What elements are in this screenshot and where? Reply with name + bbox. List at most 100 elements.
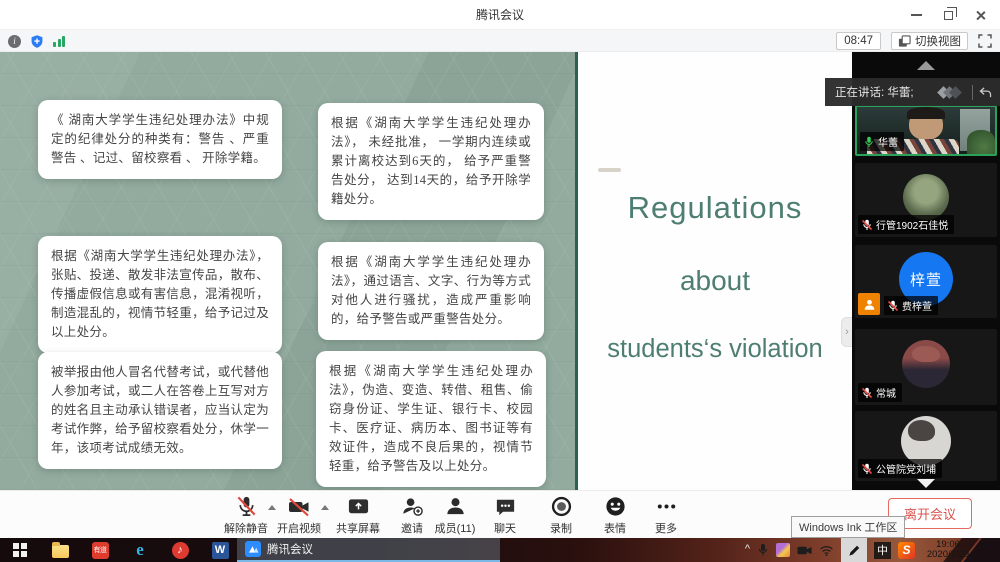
avatar [902,340,950,388]
youdao-icon: 有道 [92,542,109,559]
action-center-icon[interactable] [981,544,996,557]
slide-title-line2: about [578,265,852,297]
slide-left-section: 《 湖南大学学生违纪处理办法》中规定的纪律处分的种类有：警告 、严重警告 、记过… [0,52,575,490]
tray-mic-icon[interactable] [757,543,769,557]
participant-tile-hualei[interactable]: 华蕾 [855,105,997,156]
windows-ink-button[interactable] [841,538,867,562]
meeting-duration: 08:47 [836,32,881,50]
participant-name-tag: 公管院党刘埔 [858,459,942,478]
more-label: 更多 [655,520,677,536]
slide-title-line3: students‘s violation [578,335,852,364]
windows-ink-tooltip: Windows Ink 工作区 [791,516,905,538]
start-video-button[interactable]: 开启视频 [267,495,331,536]
slide-title-line1: Regulations [578,190,852,226]
participant-name-tag: 行管1902石佳悦 [858,215,954,234]
chat-button[interactable]: 聊天 [473,495,537,536]
status-right: 08:47 切换视图 [836,30,992,52]
participants-video-panel: 华蕾 行管1902石佳悦 梓萱 费梓萱 常城 [852,52,1000,490]
fullscreen-icon[interactable] [978,34,992,48]
scroll-up-icon[interactable] [917,61,935,70]
members-label: 成员(11) [435,520,476,536]
edge-button[interactable]: e [120,538,160,562]
security-shield-icon[interactable] [30,34,44,49]
taskbar-active-app[interactable]: 腾讯会议 [237,538,500,562]
participant-name-tag: 华蕾 [860,132,904,151]
window-controls [900,0,996,30]
participant-name: 常城 [876,385,896,400]
participant-name: 公管院党刘埔 [876,461,936,476]
speaking-banner-text: 正在讲话: 华蕾; [835,84,942,100]
close-button[interactable] [964,0,996,30]
youdao-button[interactable]: 有道 [80,538,120,562]
start-video-label: 开启视频 [277,520,321,536]
panel-collapse-handle[interactable]: › [841,317,852,347]
participant-tile-shijiayue[interactable]: 行管1902石佳悦 [855,163,997,237]
windows-taskbar: 有道 e ♪ W 腾讯会议 ^ 中 S 19:06 2020/7/29 [0,538,1000,562]
participant-tile-liubu[interactable]: 公管院党刘埔 [855,411,997,481]
chevron-right-icon: › [845,326,849,338]
tray-chevron-icon[interactable]: ^ [745,543,750,555]
participant-name: 华蕾 [878,134,898,149]
restore-button[interactable] [932,0,964,30]
members-icon [444,495,467,518]
share-screen-icon [347,495,370,518]
file-explorer-button[interactable] [40,538,80,562]
windows-logo-icon [13,543,27,557]
taskbar-clock[interactable]: 19:06 2020/7/29 [922,540,974,561]
slide-textbox-3: 根据《湖南大学学生违纪处理办法》，张贴、投递、散发非法宣传品，散布、传播虚假信息… [38,236,282,353]
mic-muted-icon [887,300,899,312]
avatar-text: 梓萱 [910,269,942,290]
tray-wifi-icon[interactable] [819,545,834,556]
slide-right-section: Regulations about students‘s violation [578,52,852,490]
speaking-banner: 正在讲话: 华蕾; [825,78,1000,106]
network-signal-icon[interactable] [53,35,65,47]
restore-icon [944,11,953,20]
mic-muted-icon [861,387,873,399]
clock-date: 2020/7/29 [922,550,974,561]
scroll-down-icon[interactable] [917,479,935,488]
ime-indicator[interactable]: 中 [874,542,891,559]
status-icons: i [8,30,65,52]
smiley-icon [604,495,627,518]
word-button[interactable]: W [200,538,240,562]
camera-muted-icon [287,495,311,518]
participant-name-tag: 费梓萱 [884,296,938,315]
banner-separator [972,85,973,100]
tencent-meeting-icon [245,541,261,557]
participant-name-tag: 常城 [858,383,902,402]
minimize-icon [911,14,922,16]
person-icon [863,298,876,311]
shared-screen-area: 《 湖南大学学生违纪处理办法》中规定的纪律处分的种类有：警告 、严重警告 、记过… [0,52,852,490]
word-icon: W [212,542,229,559]
slide-textbox-6: 根据《湖南大学学生违纪处理办法》，伪造、变造、转借、租售、偷窃身份证、学生证、银… [316,351,546,487]
edge-icon: e [136,540,144,560]
meeting-info-icon[interactable]: i [8,35,21,48]
unmute-label: 解除静音 [224,520,268,536]
chat-label: 聊天 [494,520,516,536]
sogou-icon[interactable]: S [898,542,915,559]
participant-tile-feizixuan[interactable]: 梓萱 费梓萱 [855,245,997,318]
slide-textbox-4: 根据《湖南大学学生违纪处理办法》，通过语言、文字、行为等方式对他人进行骚扰，造成… [318,242,544,340]
tray-camera-icon[interactable] [797,545,812,556]
record-icon [550,495,573,518]
invite-label: 邀请 [401,520,423,536]
minimize-button[interactable] [900,0,932,30]
reply-arrow-icon[interactable] [979,87,992,98]
mic-on-icon [863,136,875,148]
start-button[interactable] [0,538,40,562]
participant-tile-changcheng[interactable]: 常城 [855,329,997,405]
slide-textbox-2: 根据《湖南大学学生违纪处理办法》， 未经批准， 一学期内连续或累计离校达到6天的… [318,103,544,220]
netease-music-button[interactable]: ♪ [160,538,200,562]
more-button[interactable]: 更多 [634,495,698,536]
mic-muted-icon [235,495,258,518]
pen-icon [848,544,861,557]
slide-dash-decoration [598,168,621,172]
music-note-icon: ♪ [172,542,189,559]
close-icon [975,10,986,21]
slide-textbox-1: 《 湖南大学学生违纪处理办法》中规定的纪律处分的种类有：警告 、严重警告 、记过… [38,100,282,179]
more-dots-icon [655,495,678,518]
share-screen-label: 共享屏幕 [336,520,380,536]
meeting-statusbar: i 08:47 切换视图 [0,30,1000,52]
tray-app-icon[interactable] [776,543,790,557]
switch-view-button[interactable]: 切换视图 [891,32,968,50]
